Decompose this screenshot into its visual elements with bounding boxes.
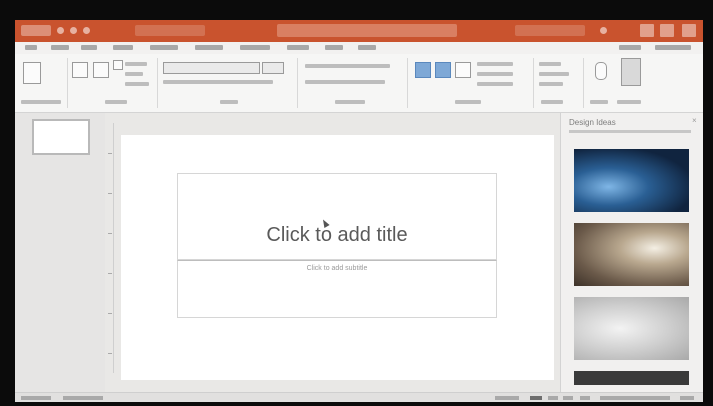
layout-icon[interactable] — [113, 60, 123, 70]
share-button[interactable] — [619, 45, 641, 50]
title-bar — [15, 20, 703, 42]
clipboard-group-label — [21, 100, 61, 104]
autosave-toggle[interactable] — [21, 25, 51, 36]
slide-canvas[interactable]: Click to add title Click to add subtitle — [121, 135, 554, 380]
find-label[interactable] — [539, 62, 561, 66]
arrange-icon[interactable] — [435, 62, 451, 78]
design-ideas-title: Design Ideas — [569, 118, 616, 127]
paragraph-align-buttons[interactable] — [305, 80, 385, 84]
tab-animations[interactable] — [195, 45, 223, 50]
close-window-button[interactable] — [682, 24, 696, 37]
section-label — [125, 82, 149, 86]
reading-view-button[interactable] — [563, 396, 573, 400]
avatar[interactable] — [600, 27, 607, 34]
editing-group-label — [541, 100, 563, 104]
slide-counter — [21, 396, 51, 400]
select-label[interactable] — [539, 82, 563, 86]
minimize-button[interactable] — [640, 24, 654, 37]
font-name-dropdown[interactable] — [163, 62, 260, 74]
undo-icon[interactable] — [70, 27, 77, 34]
font-group-label — [220, 100, 238, 104]
ruler-tick — [108, 273, 112, 274]
design-idea-4[interactable] — [574, 371, 689, 385]
ruler-tick — [108, 193, 112, 194]
language-indicator — [63, 396, 103, 400]
design-ideas-pane: Design Ideas × — [560, 113, 703, 392]
voice-group-label — [590, 100, 608, 104]
group-separator — [297, 58, 298, 108]
account-name[interactable] — [515, 25, 585, 36]
slide-editor: Click to add title Click to add subtitle — [105, 113, 560, 392]
design-ideas-icon[interactable] — [621, 58, 641, 86]
ruler-tick — [108, 153, 112, 154]
replace-label[interactable] — [539, 72, 569, 76]
tab-slide-show[interactable] — [240, 45, 270, 50]
maximize-button[interactable] — [660, 24, 674, 37]
group-separator — [67, 58, 68, 108]
tab-transitions[interactable] — [150, 45, 178, 50]
ruler-tick — [108, 353, 112, 354]
slide-sorter-button[interactable] — [548, 396, 558, 400]
redo-icon[interactable] — [83, 27, 90, 34]
tab-design[interactable] — [113, 45, 133, 50]
vertical-ruler — [107, 123, 114, 373]
group-separator — [407, 58, 408, 108]
reset-label — [125, 72, 143, 76]
status-bar — [15, 392, 703, 402]
shape-icon[interactable] — [415, 62, 431, 78]
save-icon[interactable] — [57, 27, 64, 34]
font-size-dropdown[interactable] — [262, 62, 284, 74]
screen-frame: Click to add title Click to add subtitle… — [0, 0, 713, 406]
tab-file[interactable] — [25, 45, 37, 50]
title-placeholder[interactable]: Click to add title — [177, 173, 497, 260]
ribbon-tabs — [15, 42, 703, 54]
zoom-slider[interactable] — [600, 396, 670, 400]
slide-thumbnails-pane — [15, 113, 105, 392]
tab-insert[interactable] — [81, 45, 97, 50]
tab-home[interactable] — [51, 45, 69, 50]
fit-to-window-button[interactable] — [680, 396, 694, 400]
document-title — [135, 25, 205, 36]
reuse-slides-icon[interactable] — [93, 62, 109, 78]
paragraph-list-buttons[interactable] — [305, 64, 390, 68]
new-slide-icon[interactable] — [72, 62, 88, 78]
tab-view[interactable] — [325, 45, 343, 50]
ribbon — [15, 54, 703, 113]
group-separator — [533, 58, 534, 108]
slideshow-button[interactable] — [580, 396, 590, 400]
slide-thumbnail-1[interactable] — [32, 119, 90, 155]
shape-effects-label[interactable] — [477, 82, 513, 86]
design-ideas-subtitle — [569, 130, 691, 133]
ruler-tick — [108, 233, 112, 234]
subtitle-placeholder[interactable]: Click to add subtitle — [177, 260, 497, 318]
layout-label — [125, 62, 147, 66]
comments-button[interactable] — [655, 45, 691, 50]
powerpoint-window: Click to add title Click to add subtitle… — [15, 20, 703, 402]
quick-styles-icon[interactable] — [455, 62, 471, 78]
paragraph-group-label — [335, 100, 365, 104]
slides-group-label — [105, 100, 127, 104]
font-format-buttons[interactable] — [163, 80, 273, 84]
notes-button[interactable] — [495, 396, 519, 400]
normal-view-button[interactable] — [530, 396, 542, 400]
dictate-icon[interactable] — [595, 62, 607, 80]
search-box[interactable] — [277, 24, 457, 37]
drawing-group-label — [455, 100, 481, 104]
designer-group-label — [617, 100, 641, 104]
shape-fill-label[interactable] — [477, 62, 513, 66]
close-icon[interactable]: × — [692, 116, 697, 125]
paste-icon[interactable] — [23, 62, 41, 84]
design-idea-3[interactable] — [574, 297, 689, 360]
subtitle-placeholder-text: Click to add subtitle — [306, 265, 368, 272]
tab-review[interactable] — [287, 45, 309, 50]
group-separator — [583, 58, 584, 108]
ruler-tick — [108, 313, 112, 314]
title-placeholder-text: Click to add title — [266, 224, 408, 246]
design-idea-2[interactable] — [574, 223, 689, 286]
design-idea-1[interactable] — [574, 149, 689, 212]
group-separator — [157, 58, 158, 108]
shape-outline-label[interactable] — [477, 72, 513, 76]
tab-help[interactable] — [358, 45, 376, 50]
